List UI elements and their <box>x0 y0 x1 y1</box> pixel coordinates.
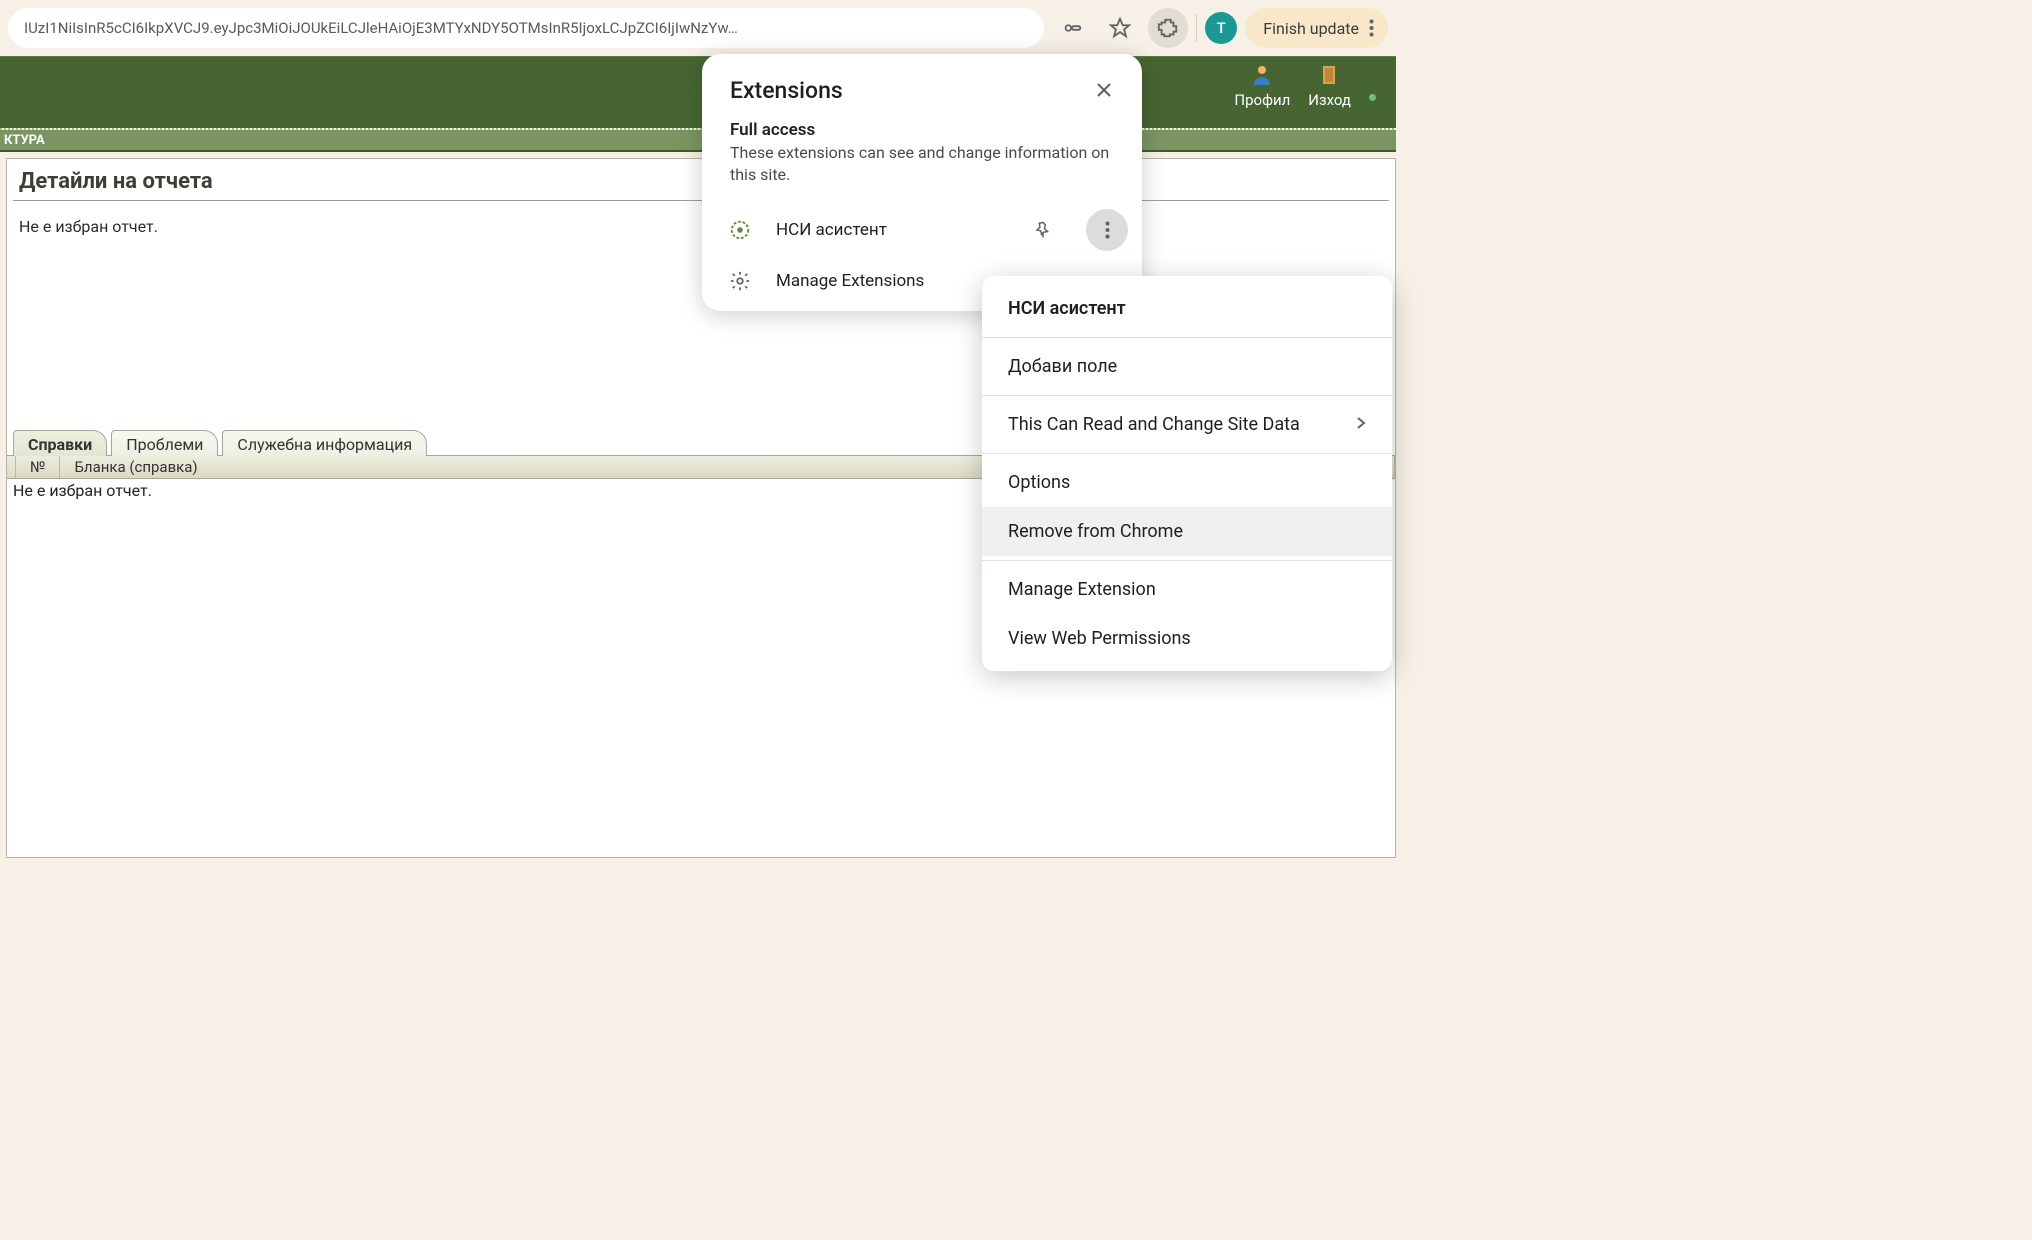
ctx-label: This Can Read and Change Site Data <box>1008 414 1300 435</box>
door-icon <box>1318 63 1342 87</box>
details-hr <box>13 200 1389 201</box>
extension-context-menu: НСИ асистент Добави поле This Can Read a… <box>982 276 1392 671</box>
gear-icon <box>726 267 754 295</box>
extension-icon <box>726 216 754 244</box>
app-header: Профил Изход <box>0 56 1396 128</box>
manage-extensions-label: Manage Extensions <box>776 271 924 291</box>
ctx-separator <box>982 453 1392 454</box>
ctx-label: Добави поле <box>1008 356 1117 377</box>
ctx-label: Remove from Chrome <box>1008 521 1183 542</box>
separator <box>1196 14 1197 42</box>
tab-label: Проблеми <box>126 435 203 454</box>
extension-item-row[interactable]: НСИ асистент <box>702 201 1142 259</box>
more-vert-icon <box>1105 221 1110 239</box>
ctx-add-field[interactable]: Добави поле <box>982 342 1392 391</box>
browser-toolbar: IUzI1NiIsInR5cCI6IkpXVCJ9.eyJpc3MiOiJOUk… <box>0 0 1396 56</box>
profile-label: Профил <box>1234 91 1290 109</box>
header-profile-link[interactable]: Профил <box>1234 63 1290 109</box>
extensions-section-desc: These extensions can see and change info… <box>702 142 1142 201</box>
ctx-site-data[interactable]: This Can Read and Change Site Data <box>982 400 1392 449</box>
finish-update-label: Finish update <box>1263 19 1359 38</box>
extensions-close-button[interactable] <box>1088 74 1120 106</box>
tab-label: Служебна информация <box>237 435 412 454</box>
nav-label: КТУРА <box>4 133 45 148</box>
extension-name: НСИ асистент <box>776 220 1000 240</box>
tab-problemi[interactable]: Проблеми <box>111 430 218 456</box>
extensions-icon[interactable] <box>1148 8 1188 48</box>
nav-strip: КТУРА <box>0 130 1396 152</box>
site-settings-icon[interactable] <box>1052 8 1092 48</box>
ctx-separator <box>982 337 1392 338</box>
extensions-popup: Extensions Full access These extensions … <box>702 54 1142 311</box>
online-indicator <box>1369 94 1376 101</box>
bookmark-star-icon[interactable] <box>1100 8 1140 48</box>
address-bar[interactable]: IUzI1NiIsInR5cCI6IkpXVCJ9.eyJpc3MiOiJOUk… <box>8 8 1044 48</box>
details-message: Не е избран отчет. <box>7 213 1395 240</box>
ctx-separator <box>982 560 1392 561</box>
ctx-label: Manage Extension <box>1008 579 1156 600</box>
user-icon <box>1250 63 1274 87</box>
url-text: IUzI1NiIsInR5cCI6IkpXVCJ9.eyJpc3MiOiJOUk… <box>24 19 738 37</box>
ctx-label: View Web Permissions <box>1008 628 1191 649</box>
col-no: № <box>15 456 60 478</box>
more-vert-icon <box>1369 19 1374 37</box>
pin-button[interactable] <box>1022 209 1064 251</box>
exit-label: Изход <box>1308 91 1351 109</box>
extension-more-button[interactable] <box>1086 209 1128 251</box>
ctx-separator <box>982 395 1392 396</box>
details-title: Детайли на отчета <box>7 159 1395 200</box>
tab-spravki[interactable]: Справки <box>13 430 107 456</box>
extensions-popup-title: Extensions <box>730 77 843 104</box>
profile-avatar[interactable]: T <box>1205 12 1237 44</box>
chevron-right-icon <box>1356 414 1366 435</box>
extensions-section-label: Full access <box>702 114 1142 142</box>
ctx-options[interactable]: Options <box>982 458 1392 507</box>
ctx-title: НСИ асистент <box>982 284 1392 333</box>
ctx-title-label: НСИ асистент <box>1008 298 1126 319</box>
tab-label: Справки <box>28 435 92 454</box>
ctx-view-perms[interactable]: View Web Permissions <box>982 614 1392 663</box>
tab-sluzhebna[interactable]: Служебна информация <box>222 430 427 456</box>
avatar-letter: T <box>1217 19 1226 37</box>
ctx-label: Options <box>1008 472 1070 493</box>
pin-icon <box>1034 221 1052 239</box>
finish-update-button[interactable]: Finish update <box>1245 8 1388 48</box>
header-exit-link[interactable]: Изход <box>1308 63 1351 109</box>
close-icon <box>1096 82 1112 98</box>
ctx-remove[interactable]: Remove from Chrome <box>982 507 1392 556</box>
ctx-manage[interactable]: Manage Extension <box>982 565 1392 614</box>
